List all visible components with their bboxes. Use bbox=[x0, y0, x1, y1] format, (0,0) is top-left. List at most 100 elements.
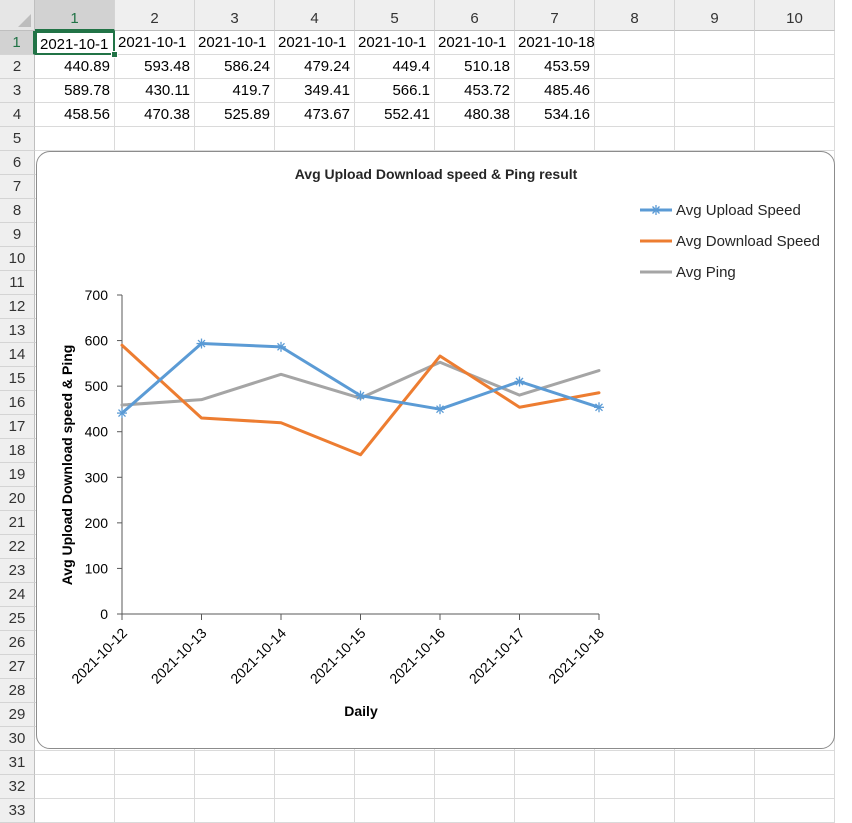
grid-cell[interactable] bbox=[755, 31, 835, 55]
row-header[interactable]: 10 bbox=[0, 247, 35, 271]
grid-cell[interactable]: 2021-10-1 bbox=[195, 31, 275, 55]
row-header[interactable]: 1 bbox=[0, 31, 35, 55]
row-header[interactable]: 25 bbox=[0, 607, 35, 631]
column-header[interactable]: 8 bbox=[595, 0, 675, 31]
grid-cell[interactable] bbox=[35, 751, 115, 775]
grid-cell[interactable]: 525.89 bbox=[195, 103, 275, 127]
grid-cell[interactable] bbox=[355, 127, 435, 151]
grid-cell[interactable] bbox=[675, 799, 755, 823]
grid-cell[interactable] bbox=[35, 799, 115, 823]
grid-cell[interactable] bbox=[755, 775, 835, 799]
grid-cell[interactable] bbox=[675, 31, 755, 55]
grid-cell[interactable] bbox=[515, 127, 595, 151]
row-header[interactable]: 4 bbox=[0, 103, 35, 127]
grid-cell[interactable]: 470.38 bbox=[115, 103, 195, 127]
grid-cell[interactable] bbox=[435, 799, 515, 823]
grid-cell[interactable] bbox=[675, 751, 755, 775]
grid-cell[interactable] bbox=[595, 775, 675, 799]
grid-cell[interactable] bbox=[595, 103, 675, 127]
row-header[interactable]: 20 bbox=[0, 487, 35, 511]
row-header[interactable]: 19 bbox=[0, 463, 35, 487]
grid-cell[interactable]: 449.4 bbox=[355, 55, 435, 79]
row-header[interactable]: 22 bbox=[0, 535, 35, 559]
grid-cell[interactable]: 349.41 bbox=[275, 79, 355, 103]
grid-cell[interactable] bbox=[755, 127, 835, 151]
row-header[interactable]: 27 bbox=[0, 655, 35, 679]
legend-entry[interactable]: Avg Upload Speed bbox=[640, 202, 801, 219]
column-header[interactable]: 1 bbox=[35, 0, 115, 31]
fill-handle[interactable] bbox=[111, 51, 118, 58]
legend-entry[interactable]: Avg Ping bbox=[640, 264, 736, 281]
row-header[interactable]: 2 bbox=[0, 55, 35, 79]
grid-cell[interactable] bbox=[675, 775, 755, 799]
grid-cell[interactable] bbox=[595, 31, 675, 55]
row-header[interactable]: 31 bbox=[0, 751, 35, 775]
grid-cell[interactable] bbox=[595, 799, 675, 823]
column-header[interactable]: 5 bbox=[355, 0, 435, 31]
grid-cell[interactable]: 485.46 bbox=[515, 79, 595, 103]
row-header[interactable]: 28 bbox=[0, 679, 35, 703]
grid-cell[interactable] bbox=[595, 751, 675, 775]
row-header[interactable]: 12 bbox=[0, 295, 35, 319]
grid-cell[interactable] bbox=[435, 127, 515, 151]
grid-cell[interactable]: 458.56 bbox=[35, 103, 115, 127]
column-header[interactable]: 6 bbox=[435, 0, 515, 31]
grid-cell[interactable] bbox=[195, 127, 275, 151]
select-all-button[interactable] bbox=[0, 0, 35, 31]
row-header[interactable]: 21 bbox=[0, 511, 35, 535]
row-header[interactable]: 5 bbox=[0, 127, 35, 151]
column-header[interactable]: 2 bbox=[115, 0, 195, 31]
grid-cell[interactable] bbox=[675, 55, 755, 79]
grid-cell[interactable] bbox=[675, 127, 755, 151]
chart-legend[interactable]: Avg Upload Speed Avg Download Speed Avg Pi… bbox=[640, 202, 820, 281]
grid-cell[interactable]: 586.24 bbox=[195, 55, 275, 79]
grid-cell[interactable]: 566.1 bbox=[355, 79, 435, 103]
grid-cell[interactable]: 473.67 bbox=[275, 103, 355, 127]
row-header[interactable]: 14 bbox=[0, 343, 35, 367]
grid-cell[interactable]: 453.59 bbox=[515, 55, 595, 79]
row-header[interactable]: 9 bbox=[0, 223, 35, 247]
grid-cell[interactable]: 510.18 bbox=[435, 55, 515, 79]
grid-cell[interactable]: 2021-10-1 bbox=[115, 31, 195, 55]
row-header[interactable]: 30 bbox=[0, 727, 35, 751]
grid-cell[interactable]: 430.11 bbox=[115, 79, 195, 103]
grid-cell[interactable] bbox=[115, 799, 195, 823]
grid-cell[interactable]: 593.48 bbox=[115, 55, 195, 79]
grid-cell[interactable] bbox=[515, 751, 595, 775]
row-header[interactable]: 8 bbox=[0, 199, 35, 223]
row-header[interactable]: 26 bbox=[0, 631, 35, 655]
row-header[interactable]: 17 bbox=[0, 415, 35, 439]
column-header[interactable]: 7 bbox=[515, 0, 595, 31]
grid-cell[interactable]: 534.16 bbox=[515, 103, 595, 127]
grid-cell[interactable]: 419.7 bbox=[195, 79, 275, 103]
grid-cell[interactable] bbox=[755, 55, 835, 79]
row-header[interactable]: 32 bbox=[0, 775, 35, 799]
grid-cell[interactable] bbox=[755, 751, 835, 775]
grid-cell[interactable]: 480.38 bbox=[435, 103, 515, 127]
row-header[interactable]: 23 bbox=[0, 559, 35, 583]
grid-cell[interactable] bbox=[755, 103, 835, 127]
grid-cell[interactable] bbox=[195, 751, 275, 775]
row-header[interactable]: 3 bbox=[0, 79, 35, 103]
grid-cell[interactable] bbox=[675, 79, 755, 103]
grid-cell[interactable]: 2021-10-1 bbox=[35, 31, 115, 55]
line-chart[interactable]: Avg Upload Download speed & Ping result … bbox=[36, 151, 835, 749]
grid-cell[interactable] bbox=[355, 751, 435, 775]
column-header[interactable]: 10 bbox=[755, 0, 835, 31]
grid-cell[interactable] bbox=[755, 799, 835, 823]
grid-cell[interactable] bbox=[595, 55, 675, 79]
grid-cell[interactable] bbox=[195, 799, 275, 823]
grid-cell[interactable]: 479.24 bbox=[275, 55, 355, 79]
column-header[interactable]: 4 bbox=[275, 0, 355, 31]
row-header[interactable]: 6 bbox=[0, 151, 35, 175]
grid-cell[interactable] bbox=[275, 127, 355, 151]
grid-cell[interactable] bbox=[275, 751, 355, 775]
row-header[interactable]: 18 bbox=[0, 439, 35, 463]
grid-cell[interactable] bbox=[35, 127, 115, 151]
grid-cell[interactable] bbox=[115, 127, 195, 151]
grid-cell[interactable] bbox=[355, 799, 435, 823]
grid-cell[interactable] bbox=[595, 79, 675, 103]
grid-cell[interactable]: 2021-10-18 bbox=[515, 31, 595, 55]
grid-cell[interactable] bbox=[195, 775, 275, 799]
grid-cell[interactable] bbox=[275, 799, 355, 823]
